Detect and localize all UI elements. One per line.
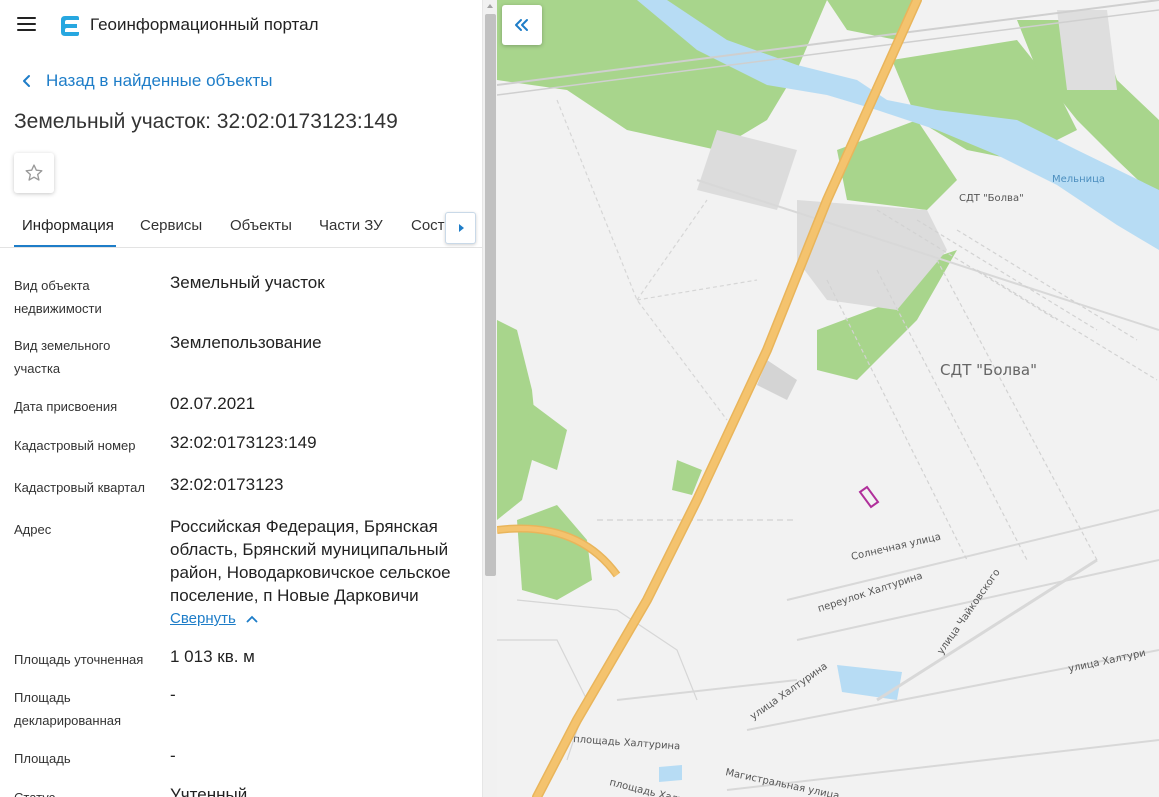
panel-scrollbar[interactable] xyxy=(482,0,497,797)
info-value: 02.07.2021 xyxy=(170,394,256,413)
map-label-sdt-small: СДТ "Болва" xyxy=(959,193,1024,204)
top-bar: Геоинформационный портал xyxy=(0,0,482,52)
tab-objects[interactable]: Объекты xyxy=(230,217,292,234)
info-label: Кадастровый номер xyxy=(14,438,136,453)
info-label: Площадь декларированная xyxy=(14,690,122,728)
portal-logo-icon xyxy=(61,16,79,36)
object-info-panel: Геоинформационный портал Назад в найденн… xyxy=(0,0,497,797)
back-link-label: Назад в найденные объекты xyxy=(46,71,273,90)
info-value: - xyxy=(170,685,176,704)
info-label: Вид объекта недвижимости xyxy=(14,278,102,316)
info-value: 1 013 кв. м xyxy=(170,647,255,666)
panel-content: Геоинформационный портал Назад в найденн… xyxy=(0,0,482,797)
map-label-sdt-large: СДТ "Болва" xyxy=(940,361,1037,379)
tab-services[interactable]: Сервисы xyxy=(140,217,202,234)
collapse-panel-button[interactable] xyxy=(502,5,542,45)
info-value: Землепользование xyxy=(170,333,322,352)
info-label: Статус xyxy=(14,786,154,797)
scrollbar-thumb[interactable] xyxy=(485,14,496,576)
app-title: Геоинформационный портал xyxy=(90,15,319,34)
active-tab-indicator xyxy=(14,245,116,247)
map-view[interactable]: Мельница СДТ "Болва" СДТ "Болва" Солнечн… xyxy=(497,0,1159,797)
info-label: Площадь уточненная xyxy=(14,652,144,667)
scroll-up-arrow-icon[interactable] xyxy=(487,4,493,8)
chevron-left-icon xyxy=(23,75,30,87)
collapse-address-link[interactable]: Свернуть xyxy=(170,610,258,627)
info-label: Дата присвоения xyxy=(14,399,118,414)
info-value: 32:02:0173123 xyxy=(170,475,284,494)
tab-information[interactable]: Информация xyxy=(22,217,114,234)
info-value: Учтенный xyxy=(170,785,248,797)
hamburger-menu-icon[interactable] xyxy=(17,17,36,33)
collapse-label: Свернуть xyxy=(170,610,236,627)
page-title: Земельный участок: 32:02:0173123:149 xyxy=(14,110,398,133)
info-value: Земельный участок xyxy=(170,273,325,292)
tabs-scroll-right-button[interactable] xyxy=(445,212,476,244)
info-label: Площадь xyxy=(14,751,71,766)
star-icon xyxy=(25,164,43,181)
double-chevron-left-icon xyxy=(515,19,528,31)
tabs-bar: Информация Сервисы Объекты Части ЗУ Сост… xyxy=(0,206,482,248)
tab-parts[interactable]: Части ЗУ xyxy=(319,217,383,234)
chevron-up-icon xyxy=(246,615,258,622)
info-value: 32:02:0173123:149 xyxy=(170,433,317,452)
address-value: Российская Федерация, Брянская область, … xyxy=(170,517,451,605)
map-canvas[interactable]: Мельница СДТ "Болва" СДТ "Болва" Солнечн… xyxy=(497,0,1159,797)
info-label: Вид земельного участка xyxy=(14,338,111,376)
caret-right-icon xyxy=(458,224,464,232)
pond xyxy=(659,765,682,782)
favorite-button[interactable] xyxy=(14,153,54,193)
info-label: Адрес xyxy=(14,522,52,537)
map-label-river: Мельница xyxy=(1052,174,1105,185)
info-label: Кадастровый квартал xyxy=(14,480,145,495)
info-value: - xyxy=(170,746,176,765)
back-to-results-link[interactable]: Назад в найденные объекты xyxy=(16,70,272,92)
